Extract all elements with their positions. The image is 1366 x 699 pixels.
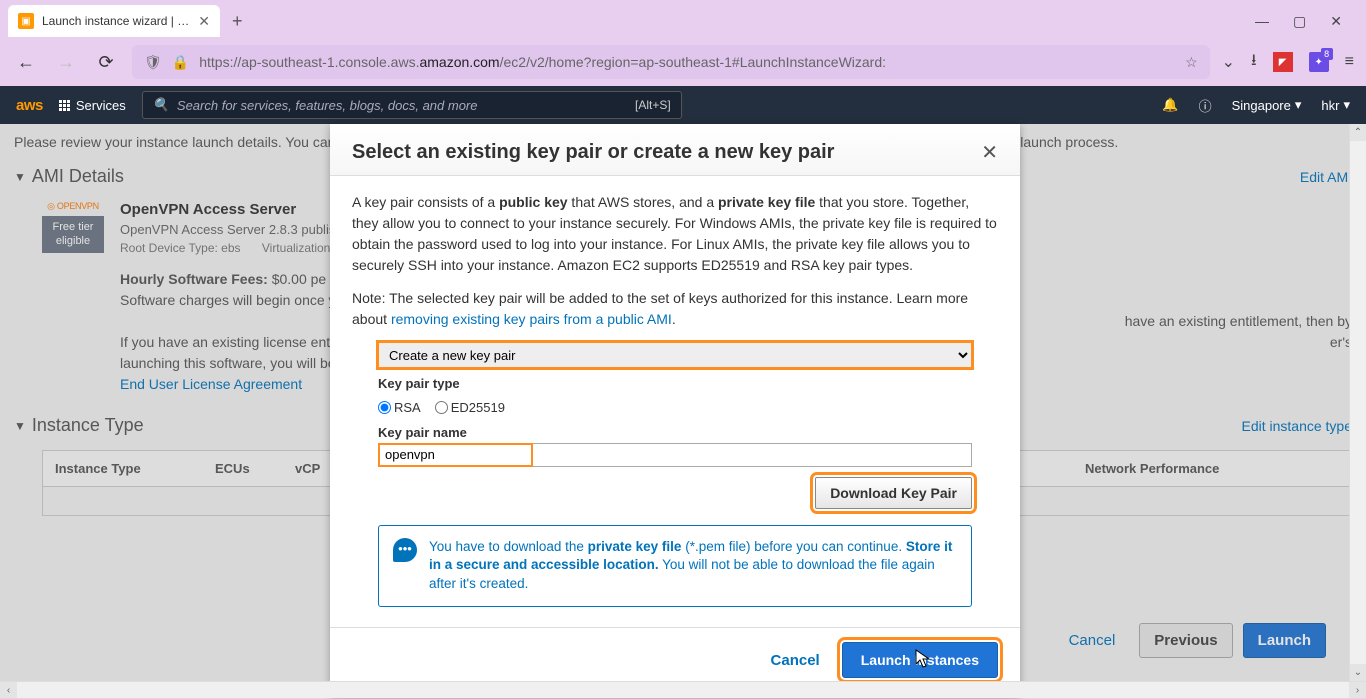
aws-favicon-icon: ▣ bbox=[18, 13, 34, 29]
chevron-down-icon: ▼ bbox=[14, 170, 26, 184]
menu-icon[interactable]: ≡ bbox=[1345, 53, 1354, 71]
tab-strip: ▣ Launch instance wizard | EC2 M ✕ + — ▢… bbox=[0, 0, 1366, 38]
extension-2-icon[interactable]: ✦ bbox=[1309, 52, 1329, 72]
downloads-icon[interactable]: ⭳ bbox=[1251, 49, 1257, 76]
key-pair-type-label: Key pair type bbox=[378, 374, 972, 394]
dialog-description: A key pair consists of a public key that… bbox=[352, 192, 998, 276]
bookmark-star-icon[interactable]: ☆ bbox=[1185, 54, 1198, 71]
ed25519-radio[interactable]: ED25519 bbox=[435, 398, 505, 418]
browser-tab[interactable]: ▣ Launch instance wizard | EC2 M ✕ bbox=[8, 5, 220, 37]
free-tier-badge: Free tier eligible bbox=[42, 216, 104, 253]
openvpn-logo-icon: OPENVPN bbox=[47, 201, 99, 212]
aws-logo[interactable]: aws bbox=[16, 97, 43, 114]
forward-button[interactable]: → bbox=[52, 52, 80, 73]
key-pair-dialog: Select an existing key pair or create a … bbox=[330, 124, 1020, 696]
wizard-footer: Cancel Previous Launch bbox=[1055, 623, 1326, 658]
dialog-cancel-button[interactable]: Cancel bbox=[759, 644, 832, 677]
previous-button[interactable]: Previous bbox=[1139, 623, 1232, 658]
minimize-button[interactable]: — bbox=[1255, 13, 1269, 30]
dialog-note: Note: The selected key pair will be adde… bbox=[352, 288, 998, 330]
extension-1-icon[interactable]: ◤ bbox=[1273, 52, 1293, 72]
region-selector[interactable]: Singapore ▾ bbox=[1232, 97, 1302, 113]
maximize-button[interactable]: ▢ bbox=[1293, 13, 1306, 30]
cancel-button[interactable]: Cancel bbox=[1055, 624, 1130, 657]
back-button[interactable]: ← bbox=[12, 52, 40, 73]
chevron-down-icon: ▾ bbox=[1295, 97, 1302, 113]
tab-close-icon[interactable]: ✕ bbox=[198, 13, 210, 30]
services-menu[interactable]: Services bbox=[59, 98, 126, 113]
scroll-up-icon[interactable]: ⌃ bbox=[1350, 124, 1366, 141]
window-controls: — ▢ ✕ bbox=[1255, 13, 1358, 30]
eula-link[interactable]: End User License Agreement bbox=[120, 376, 302, 392]
account-menu[interactable]: hkr ▾ bbox=[1321, 97, 1350, 113]
remove-keys-link[interactable]: removing existing key pairs from a publi… bbox=[391, 311, 672, 327]
close-window-button[interactable]: ✕ bbox=[1330, 13, 1342, 30]
page-content-area: Please review your instance launch detai… bbox=[0, 124, 1366, 698]
new-tab-button[interactable]: + bbox=[224, 7, 251, 36]
search-icon: 🔍 bbox=[153, 97, 169, 113]
key-pair-name-input[interactable] bbox=[378, 443, 972, 467]
outer-vertical-scrollbar[interactable]: ⌃ ⌄ bbox=[1349, 124, 1366, 681]
lock-icon[interactable]: 🔒 bbox=[172, 54, 189, 71]
launch-instances-button[interactable]: Launch Instances bbox=[842, 642, 998, 678]
shield-icon[interactable]: 🛡 bbox=[144, 54, 162, 71]
rsa-radio[interactable]: RSA bbox=[378, 398, 421, 418]
dialog-close-button[interactable]: ✕ bbox=[981, 140, 998, 165]
edit-ami-link[interactable]: Edit AMI bbox=[1300, 169, 1352, 185]
chevron-down-icon: ▾ bbox=[1343, 97, 1350, 113]
outer-horizontal-scrollbar[interactable]: ‹ › bbox=[0, 681, 1366, 698]
edit-instance-type-link[interactable]: Edit instance type bbox=[1241, 418, 1352, 434]
chevron-down-icon: ▼ bbox=[14, 419, 26, 433]
launch-button[interactable]: Launch bbox=[1243, 623, 1326, 658]
search-placeholder: Search for services, features, blogs, do… bbox=[177, 98, 478, 113]
toolbar-row: ← → ⟳ 🛡 🔒 https://ap-southeast-1.console… bbox=[0, 38, 1366, 86]
scroll-left-icon[interactable]: ‹ bbox=[0, 682, 17, 698]
reload-button[interactable]: ⟳ bbox=[92, 52, 120, 73]
key-pair-action-select[interactable]: Create a new key pair bbox=[378, 342, 972, 368]
key-pair-name-label: Key pair name bbox=[378, 423, 972, 443]
aws-top-nav: aws Services 🔍 Search for services, feat… bbox=[0, 86, 1366, 124]
tab-title: Launch instance wizard | EC2 M bbox=[42, 14, 190, 28]
notifications-icon[interactable]: 🔔 bbox=[1162, 97, 1178, 113]
aws-search-input[interactable]: 🔍 Search for services, features, blogs, … bbox=[142, 91, 682, 119]
scroll-right-icon[interactable]: › bbox=[1349, 682, 1366, 698]
fees-label: Hourly Software Fees: bbox=[120, 271, 268, 287]
address-bar[interactable]: 🛡 🔒 https://ap-southeast-1.console.aws.a… bbox=[132, 45, 1210, 79]
pocket-icon[interactable]: ⌄ bbox=[1222, 52, 1235, 72]
browser-chrome: ▣ Launch instance wizard | EC2 M ✕ + — ▢… bbox=[0, 0, 1366, 86]
dialog-title: Select an existing key pair or create a … bbox=[352, 141, 834, 164]
info-icon: ••• bbox=[393, 538, 417, 562]
search-shortcut: [Alt+S] bbox=[635, 98, 671, 112]
scroll-down-icon[interactable]: ⌄ bbox=[1350, 664, 1366, 681]
download-key-pair-button[interactable]: Download Key Pair bbox=[815, 477, 972, 509]
info-callout: ••• You have to download the private key… bbox=[378, 525, 972, 608]
toolbar-icons: ⌄ ⭳ ◤ ✦ ≡ bbox=[1222, 49, 1354, 76]
grid-icon bbox=[59, 100, 70, 111]
help-icon[interactable]: ⓘ bbox=[1199, 96, 1212, 115]
url-text: https://ap-southeast-1.console.aws.amazo… bbox=[199, 54, 1175, 70]
